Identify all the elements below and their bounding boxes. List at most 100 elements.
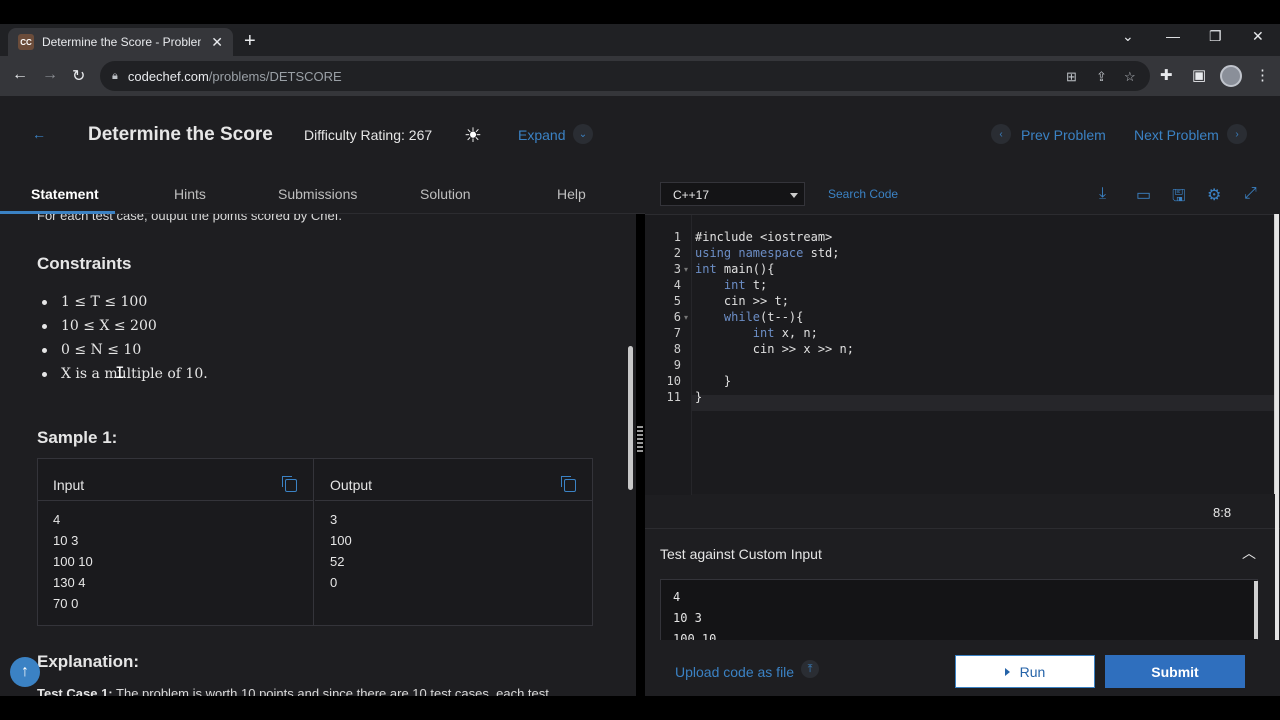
sample-table: Input 4 10 3 100 10 130 4 70 0 Output 3: [37, 458, 593, 626]
scroll-top-arrow-up-icon[interactable]: ↑: [10, 657, 40, 687]
chevron-right-icon[interactable]: ›: [1227, 124, 1247, 144]
line-number: 9: [673, 358, 681, 372]
list-item: 10 ≤ X ≤ 200: [40, 316, 208, 340]
statement-scrollbar[interactable]: [628, 346, 633, 490]
run-label: Run: [1019, 663, 1046, 680]
back-arrow-icon[interactable]: ←: [32, 126, 46, 142]
panel-resize-handle[interactable]: [637, 426, 643, 454]
tab-statement[interactable]: Statement: [31, 186, 99, 202]
list-item: 0 ≤ N ≤ 10: [40, 340, 208, 364]
input-line: 70 0: [53, 596, 79, 611]
tab-search-icon[interactable]: ⌄: [1122, 28, 1134, 45]
fullscreen-icon[interactable]: ⤢: [1244, 185, 1257, 203]
search-code-link[interactable]: Search Code: [828, 187, 898, 201]
sample-input-header: Input: [38, 459, 313, 501]
upload-icon[interactable]: ⤒: [801, 660, 819, 678]
copy-icon[interactable]: [282, 476, 297, 492]
line-number: 11: [666, 390, 681, 404]
theme-toggle-sun-icon[interactable]: ☀: [464, 123, 482, 148]
problem-tabs: Statement Hints Submissions Solution Hel…: [0, 174, 645, 214]
fold-arrow-icon[interactable]: ▾: [684, 313, 688, 322]
close-window-icon[interactable]: ✕: [1252, 28, 1264, 45]
explanation-heading: Explanation:: [37, 652, 140, 671]
chevron-up-icon[interactable]: ︿: [1242, 543, 1256, 563]
tab-solution[interactable]: Solution: [420, 186, 471, 202]
back-icon[interactable]: ←: [12, 66, 28, 84]
custom-input-toggle[interactable]: Test against Custom Input ︿: [645, 528, 1280, 572]
extensions-icon[interactable]: ✚: [1160, 66, 1173, 84]
line-number: 2: [673, 246, 681, 260]
restore-icon[interactable]: ❐: [1209, 28, 1222, 45]
browser-tabbar: CC Determine the Score - Problems ✕ + ⌄ …: [0, 24, 1280, 56]
code-line: int t;: [723, 278, 768, 292]
share-icon[interactable]: ⇪: [1096, 69, 1107, 85]
menu-kebab-icon[interactable]: ⋮: [1255, 66, 1270, 84]
input-line: 100 10: [53, 554, 93, 569]
download-icon[interactable]: ⤓: [1099, 185, 1106, 203]
output-label: Output: [330, 477, 373, 493]
output-description: For each test case, output the points sc…: [37, 214, 342, 223]
translate-icon[interactable]: ⊞: [1066, 69, 1077, 85]
constraint-text: 0 ≤ N ≤ 10: [61, 342, 142, 358]
line-number: 4: [673, 278, 681, 292]
submit-button[interactable]: Submit: [1105, 655, 1245, 688]
tab-title: Determine the Score - Problems: [41, 35, 202, 49]
codechef-favicon-icon: CC: [18, 34, 34, 50]
bookmark-star-icon[interactable]: ☆: [1124, 69, 1136, 85]
chevron-down-icon[interactable]: ⌄: [573, 124, 593, 144]
fold-arrow-icon[interactable]: ▾: [684, 265, 688, 274]
chevron-left-icon[interactable]: ‹: [991, 124, 1011, 144]
profile-avatar[interactable]: [1220, 65, 1242, 87]
line-number: 3: [673, 262, 681, 276]
constraint-text: 10 ≤ X ≤ 200: [61, 318, 157, 334]
forward-icon[interactable]: →: [42, 66, 58, 84]
code-line: }: [695, 390, 703, 404]
new-tab-icon[interactable]: +: [244, 30, 256, 53]
custom-input-scrollbar[interactable]: [1254, 581, 1258, 639]
custom-input-title: Test against Custom Input: [660, 546, 822, 562]
constraints-heading: Constraints: [37, 254, 132, 273]
sample-output-column: Output 3 100 52 0: [315, 459, 592, 625]
sample-input-column: Input 4 10 3 100 10 130 4 70 0: [38, 459, 314, 625]
sidepanel-icon[interactable]: ▣: [1192, 66, 1206, 84]
sample-output-lines: 3 100 52 0: [315, 501, 592, 593]
line-number: 7: [673, 326, 681, 340]
expand-button[interactable]: Expand: [518, 127, 565, 143]
list-item: 1 ≤ T ≤ 100: [40, 292, 208, 316]
bullet: [42, 348, 47, 353]
address-bar[interactable]: 🔒︎ codechef.com/problems/DETSCORE ⊞ ⇪ ☆: [100, 61, 1150, 91]
reload-icon[interactable]: ↻: [72, 66, 85, 86]
bullet: [42, 324, 47, 329]
minimize-icon[interactable]: —: [1166, 28, 1180, 44]
browser-tab[interactable]: CC Determine the Score - Problems ✕: [8, 28, 233, 56]
explanation-text: Test Case 1: The problem is worth 10 poi…: [37, 686, 549, 696]
language-select[interactable]: C++17: [660, 182, 805, 206]
settings-gear-icon[interactable]: ⚙: [1207, 185, 1221, 205]
code-editor[interactable]: 1 2 3 4 5 6 7 8 9 10 11 ▾ ▾ #include <io…: [645, 214, 1274, 495]
sample-output-header: Output: [315, 459, 592, 501]
run-button[interactable]: Run: [955, 655, 1095, 688]
tab-hints[interactable]: Hints: [174, 186, 206, 202]
text-cursor-icon: I: [115, 363, 125, 382]
next-problem-link[interactable]: Next Problem: [1134, 127, 1219, 143]
code-line: using namespace std;: [695, 246, 840, 260]
tab-help[interactable]: Help: [557, 186, 586, 202]
prev-problem-link[interactable]: Prev Problem: [1021, 127, 1106, 143]
output-line: 52: [330, 554, 345, 569]
code-line: }: [695, 374, 732, 388]
save-icon[interactable]: 🖫︎: [1172, 185, 1186, 212]
copy-icon[interactable]: [561, 476, 576, 492]
code-line: int x, n;: [752, 326, 818, 340]
page-scrollbar[interactable]: [1275, 214, 1279, 640]
tab-submissions[interactable]: Submissions: [278, 186, 357, 202]
custom-input-field[interactable]: 4 10 3 100 10: [660, 579, 1258, 641]
close-tab-icon[interactable]: ✕: [211, 34, 223, 51]
upload-code-link[interactable]: Upload code as file: [675, 664, 794, 680]
active-line-highlight: [692, 395, 1274, 411]
comment-icon[interactable]: ▭: [1136, 185, 1151, 205]
code-line: int main(){: [695, 262, 775, 276]
explanation-body: The problem is worth 10 points and since…: [112, 686, 549, 696]
input-label: Input: [53, 477, 85, 493]
url-host: codechef.com: [127, 68, 209, 84]
